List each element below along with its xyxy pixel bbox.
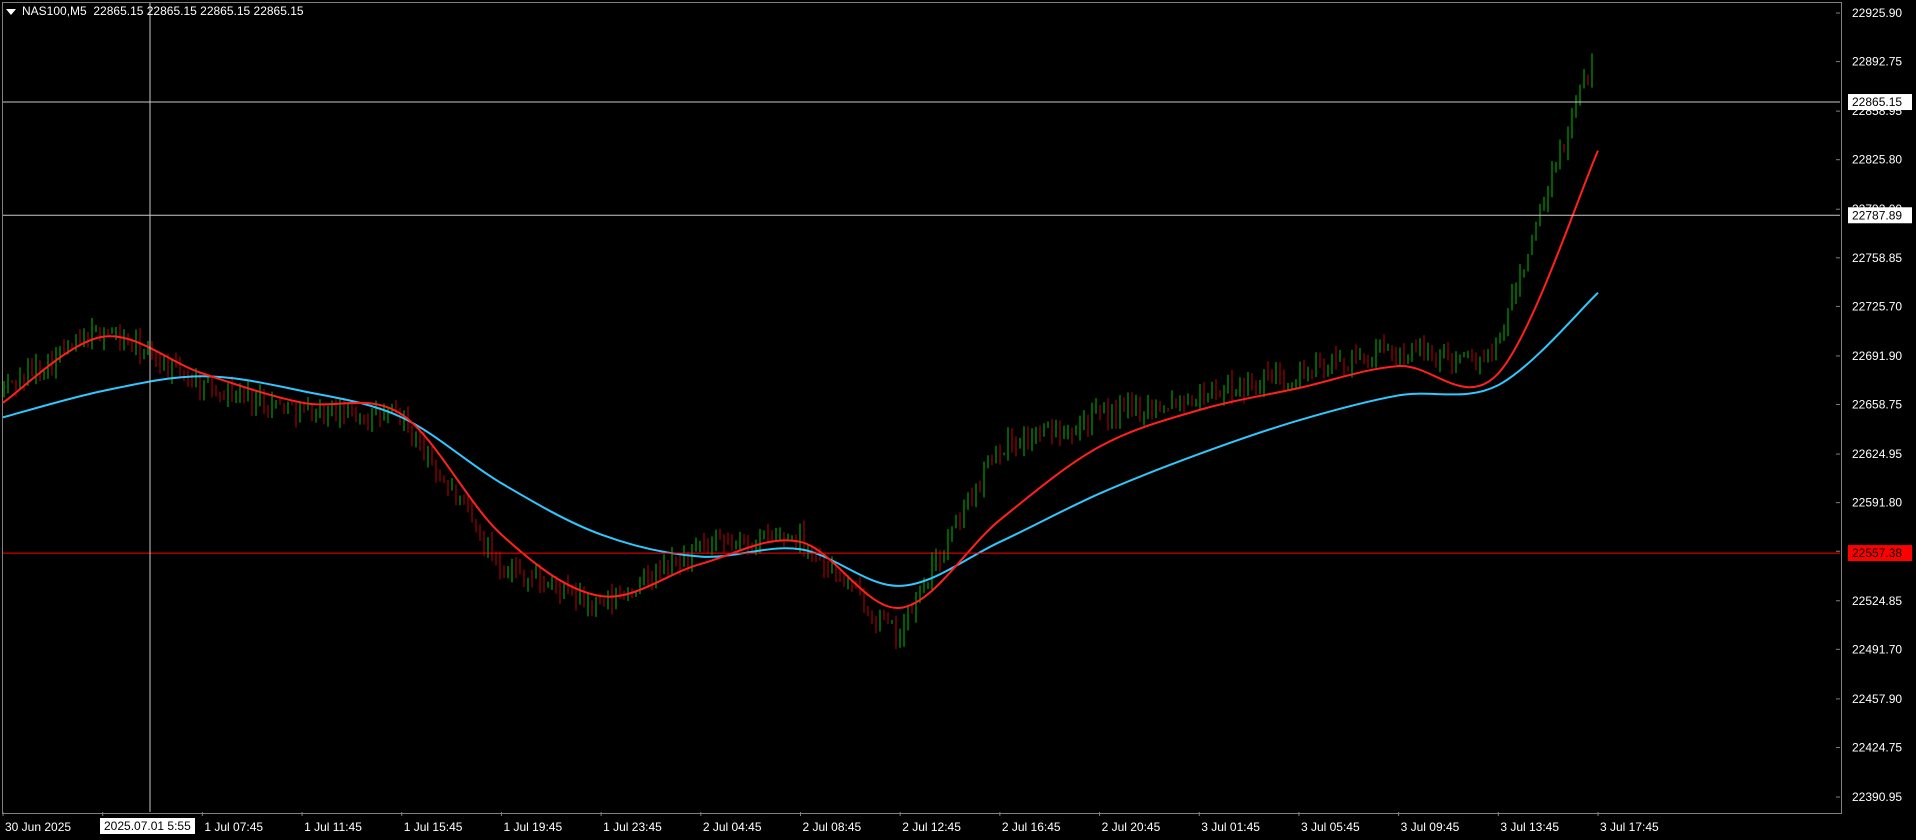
time-tick-label: 2 Jul 20:45	[1102, 820, 1161, 834]
price-tick-label: 22758.85	[1852, 251, 1902, 265]
time-tick-label: 1 Jul 19:45	[503, 820, 562, 834]
ohlc-values: 22865.15 22865.15 22865.15 22865.15	[93, 4, 304, 18]
price-tick-label: 22691.90	[1852, 349, 1902, 363]
collapse-triangle-icon[interactable]	[6, 8, 16, 15]
crosshair-time-label: 2025.07.01 5:55	[100, 818, 195, 834]
time-tick-label: 3 Jul 05:45	[1301, 820, 1360, 834]
symbol-label: NAS100,M5	[22, 4, 87, 18]
time-tick-label: 1 Jul 15:45	[404, 820, 463, 834]
price-tick-label: 22524.85	[1852, 594, 1902, 608]
price-chart[interactable]: 22925.9022892.7522858.9522825.8022792.00…	[0, 0, 1916, 840]
price-tick-label: 22457.90	[1852, 692, 1902, 706]
time-tick-label: 1 Jul 23:45	[603, 820, 662, 834]
price-tick-label: 22491.70	[1852, 642, 1902, 656]
time-tick-label: 3 Jul 13:45	[1500, 820, 1559, 834]
time-tick-label: 2 Jul 04:45	[703, 820, 762, 834]
time-tick-label: 3 Jul 17:45	[1600, 820, 1659, 834]
time-tick-label: 1 Jul 07:45	[204, 820, 263, 834]
price-tick-label: 22725.70	[1852, 299, 1902, 313]
price-tick-label: 22892.75	[1852, 55, 1902, 69]
time-tick-label: 30 Jun 2025	[5, 820, 71, 834]
price-tick-label: 22390.95	[1852, 790, 1902, 804]
symbol-info: NAS100,M5 22865.15 22865.15 22865.15 228…	[6, 4, 304, 18]
price-tick-label: 22825.80	[1852, 153, 1902, 167]
time-tick-label: 2 Jul 16:45	[1002, 820, 1061, 834]
crosshair-price-tag: 22787.89	[1852, 208, 1902, 222]
price-tick-label: 22591.80	[1852, 496, 1902, 510]
time-tick-label: 2 Jul 08:45	[803, 820, 862, 834]
current-price-tag: 22865.15	[1852, 95, 1902, 109]
price-tick-label: 22658.75	[1852, 398, 1902, 412]
time-tick-label: 1 Jul 11:45	[304, 820, 362, 834]
candles	[3, 53, 1593, 650]
price-tick-label: 22624.95	[1852, 447, 1902, 461]
time-tick-label: 2 Jul 12:45	[902, 820, 961, 834]
time-tick-label: 3 Jul 09:45	[1401, 820, 1460, 834]
time-tick-label: 3 Jul 01:45	[1201, 820, 1260, 834]
price-tick-label: 22424.75	[1852, 740, 1902, 754]
red-level-tag: 22557.38	[1852, 546, 1902, 560]
price-tick-label: 22925.90	[1852, 6, 1902, 20]
